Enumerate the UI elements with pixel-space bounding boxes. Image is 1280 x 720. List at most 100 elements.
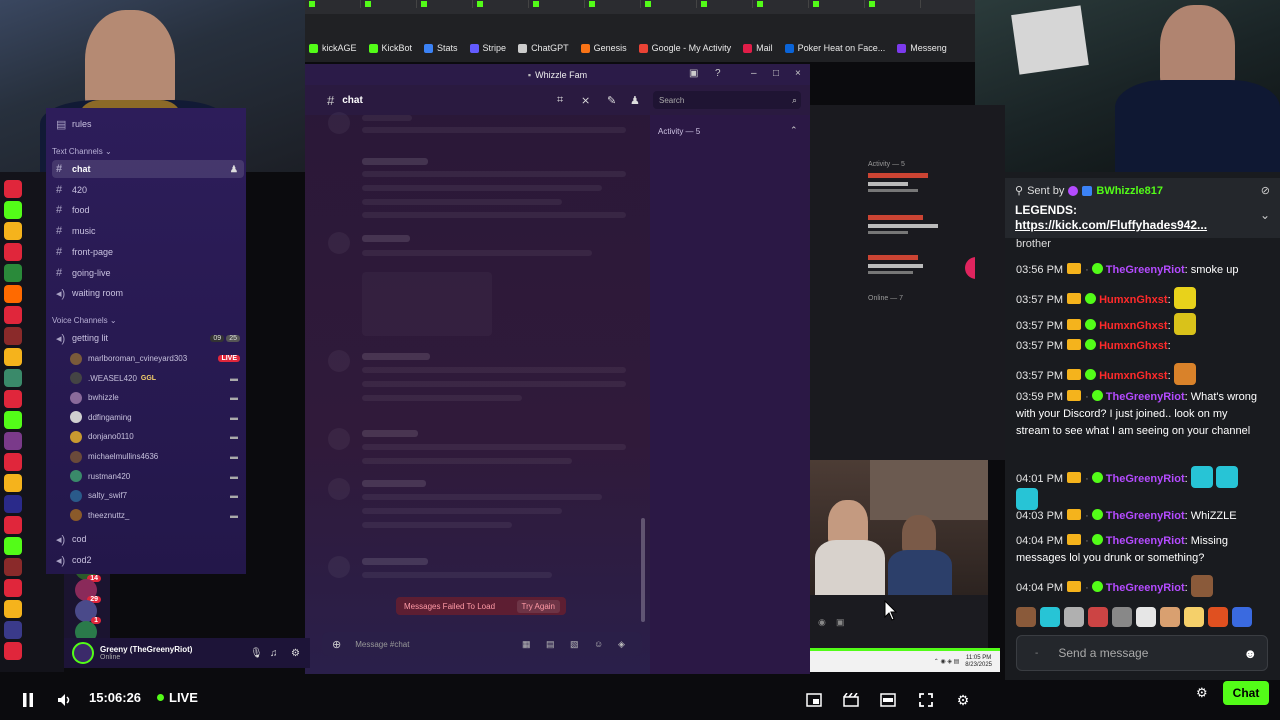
voice-user[interactable]: donjano0110 ▬ [70,427,240,446]
browser-tab[interactable] [753,0,809,8]
message-user[interactable]: HumxnGhxst [1099,294,1167,306]
channel-waiting-room[interactable]: ◂) waiting room [52,284,244,302]
browser-tab[interactable] [865,0,921,8]
message-user[interactable]: HumxnGhxst [1099,320,1167,332]
voice-user[interactable]: ddfingaming ▬ [70,408,240,427]
pin-icon[interactable]: ✎ [607,94,616,107]
emote-icon[interactable] [1088,607,1108,627]
chevron-down-icon[interactable]: ⌄ [1260,208,1270,222]
voice-channel-cod[interactable]: ◂) cod [52,530,244,548]
message-user[interactable]: TheGreenyRiot [1106,535,1185,547]
sticker-icon[interactable]: ▧ [570,639,579,650]
channel-front-page[interactable]: # front-page [52,243,244,261]
unpin-icon[interactable]: ⊘ [1261,184,1270,197]
bookmark-item[interactable]: Stripe [469,43,506,53]
mute-icon[interactable]: ⨯ [581,94,590,107]
pause-icon[interactable] [18,690,38,710]
voice-channel-getting-lit[interactable]: ◂) getting lit 09 25 [52,329,244,347]
emote-icon[interactable] [1208,607,1228,627]
message-user[interactable]: TheGreenyRiot [1106,473,1185,485]
threads-icon[interactable]: ⌗ [557,94,563,107]
message-user[interactable]: TheGreenyRiot [1106,391,1185,403]
avatar[interactable] [72,642,94,664]
voice-user[interactable]: michaelmullins4636 ▬ [70,447,240,466]
fullscreen-icon[interactable] [916,690,936,710]
browser-tab[interactable] [809,0,865,8]
server-icon[interactable]: 29 [75,579,101,603]
channel-music[interactable]: # music [52,222,244,240]
gear-icon[interactable]: ⚙ [291,648,300,659]
voice-user[interactable]: theeznuttz_ ▬ [70,506,240,525]
bookmark-item[interactable]: Stats [424,43,458,53]
gif-icon[interactable]: ▤ [546,639,555,650]
bookmark-item[interactable]: Messeng [897,43,947,53]
gift-icon[interactable]: ▦ [522,639,531,650]
channel-going-live[interactable]: # going-live [52,264,244,282]
chat-send-button[interactable]: Chat [1223,681,1269,705]
screen-icon[interactable]: ▣ [689,68,698,79]
minimize-icon[interactable]: – [751,68,757,79]
emote-icon[interactable] [1040,607,1060,627]
channel-rules[interactable]: ▤ rules [52,115,244,133]
browser-tab[interactable] [361,0,417,8]
clip-icon[interactable] [841,690,861,710]
emote-icon[interactable] [1160,607,1180,627]
voice-user[interactable]: marlboroman_cvineyard303 LIVE [70,349,240,368]
try-again-button[interactable]: Try Again [516,599,560,613]
pinned-user[interactable]: BWhizzle817 [1096,185,1163,197]
emote-icon[interactable] [1184,607,1204,627]
emote-icon[interactable] [1136,607,1156,627]
voice-channels-category[interactable]: Voice Channels ⌄ [52,316,117,325]
close-icon[interactable]: × [795,68,801,79]
maximize-icon[interactable]: □ [773,68,779,79]
pinned-link[interactable]: https://kick.com/Fluffyhades942... [1015,218,1270,232]
channel-food[interactable]: # food [52,201,244,219]
channel-420[interactable]: #420 [52,181,244,199]
voice-user[interactable]: salty_swif7 ▬ [70,486,240,505]
browser-tab[interactable] [585,0,641,8]
bookmark-item[interactable]: ChatGPT [518,43,569,53]
emote-icon[interactable] [1112,607,1132,627]
bookmark-item[interactable]: Poker Heat on Face... [784,43,885,53]
browser-tab[interactable] [305,0,361,8]
bookmark-item[interactable]: Genesis [580,43,627,53]
message-user[interactable]: TheGreenyRiot [1106,510,1185,522]
channel-chat[interactable]: # chat ♟ [52,160,244,178]
voice-user[interactable]: rustman420 ▬ [70,467,240,486]
emoji-icon[interactable]: ☺ [594,639,603,649]
text-channels-category[interactable]: Text Channels ⌄ [52,147,112,156]
bookmark-item[interactable]: Google - My Activity [638,43,731,53]
help-icon[interactable]: ? [715,68,721,79]
volume-icon[interactable] [55,690,75,710]
browser-tab[interactable] [697,0,753,8]
emote-icon[interactable] [1232,607,1252,627]
bookmark-item[interactable]: KickBot [368,43,412,53]
headphones-icon[interactable]: ♫ [270,648,278,659]
microphone-icon[interactable]: 🎙︎ [250,648,263,659]
browser-tab[interactable] [417,0,473,8]
picture-in-picture-icon[interactable] [804,690,824,710]
message-input[interactable]: ⊕ Message #chat ▦ ▤ ▧ ☺ ◈ [322,632,642,656]
theater-mode-icon[interactable] [878,690,898,710]
browser-tab[interactable] [529,0,585,8]
members-icon[interactable]: ♟ [630,94,640,107]
settings-icon[interactable]: ⚙ [953,690,973,710]
settings-gear-icon[interactable]: ⚙ [1196,685,1208,701]
emote-icon[interactable] [1016,607,1036,627]
server-icon[interactable]: 1 [75,600,101,624]
add-member-icon[interactable]: ♟ [230,164,238,175]
chat-scrollbar[interactable] [641,518,645,622]
message-user[interactable]: TheGreenyRiot [1106,582,1185,594]
voice-user[interactable]: bwhizzle ▬ [70,388,240,407]
emote-icon[interactable] [1064,607,1084,627]
message-user[interactable]: HumxnGhxst [1099,340,1167,352]
send-message-input[interactable]: - Send a message ☻ [1016,635,1268,671]
browser-tab[interactable] [641,0,697,8]
bookmark-item[interactable]: kickAGE [309,43,357,53]
add-attachment-icon[interactable]: ⊕ [332,638,341,651]
apps-icon[interactable]: ◈ [618,639,625,650]
browser-tab[interactable] [473,0,529,8]
message-user[interactable]: HumxnGhxst [1099,370,1167,382]
collapse-chevron-icon[interactable]: ⌃ [790,125,798,136]
search-input[interactable]: Search ⌕ [653,91,801,109]
